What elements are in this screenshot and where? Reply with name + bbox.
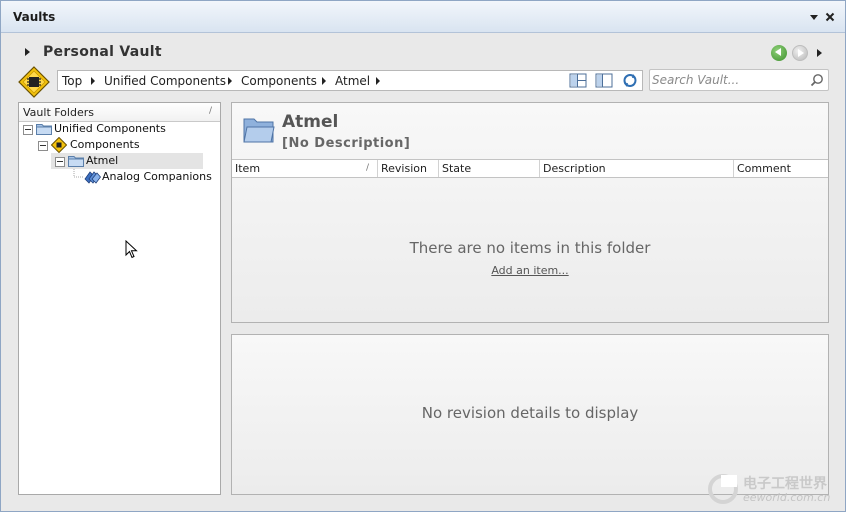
refresh-icon[interactable] <box>621 73 639 88</box>
search-input[interactable] <box>652 72 802 88</box>
column-header-description[interactable]: Description <box>540 160 734 177</box>
navigation-menu-icon[interactable] <box>817 49 822 57</box>
sort-indicator-icon: / <box>208 106 212 116</box>
no-revision-message: No revision details to display <box>421 404 639 422</box>
folder-open-icon <box>243 116 275 144</box>
watermark-icon <box>708 474 738 504</box>
vault-name: Personal Vault <box>43 44 162 60</box>
tree-collapse-icon[interactable] <box>23 125 33 135</box>
tree-collapse-icon[interactable] <box>55 157 65 167</box>
items-grid-header: Item / Revision State Description Commen… <box>232 159 828 178</box>
add-item-link[interactable]: Add an item... <box>232 264 828 277</box>
breadcrumb-separator-icon[interactable] <box>91 77 95 85</box>
vaults-window: Vaults Personal Vault Top Unified Compon… <box>0 0 846 512</box>
column-header-item[interactable]: Item / <box>232 160 378 177</box>
breadcrumb-separator-icon[interactable] <box>376 77 380 85</box>
components-group-icon <box>84 171 101 184</box>
title-bar: Vaults <box>1 1 845 33</box>
breadcrumb-item-components[interactable]: Components <box>241 74 317 88</box>
folder-description: [No Description] <box>282 136 411 151</box>
layout-horizontal-icon[interactable] <box>569 73 587 88</box>
column-header-revision[interactable]: Revision <box>378 160 439 177</box>
close-icon[interactable] <box>824 11 836 23</box>
breadcrumb-item-top[interactable]: Top <box>62 74 82 88</box>
folder-title: Atmel <box>282 112 339 132</box>
breadcrumb: Top Unified Components Components Atmel <box>57 70 643 91</box>
mouse-pointer-icon <box>125 239 139 260</box>
search-box <box>649 69 829 91</box>
sort-indicator-icon: / <box>365 163 369 173</box>
tree-item-label: Components <box>70 138 140 151</box>
tree-item-label: Atmel <box>86 154 119 167</box>
folder-icon <box>68 156 84 167</box>
tree-connector <box>73 169 84 178</box>
breadcrumb-item-unified-components[interactable]: Unified Components <box>104 74 226 88</box>
vault-expand-icon[interactable] <box>25 48 30 56</box>
watermark-url: eeworld.com.cn <box>743 491 831 504</box>
back-icon[interactable] <box>771 45 787 61</box>
vault-folders-header[interactable]: Vault Folders / <box>19 103 220 122</box>
window-title: Vaults <box>13 10 56 24</box>
vault-icon <box>18 66 50 98</box>
folder-icon <box>36 124 52 135</box>
panel-menu-icon[interactable] <box>808 11 820 23</box>
column-header-comment[interactable]: Comment <box>734 160 828 177</box>
tree-item-label: Unified Components <box>54 122 166 135</box>
component-icon <box>51 137 67 153</box>
tree-collapse-icon[interactable] <box>38 141 48 151</box>
layout-vertical-icon[interactable] <box>595 73 613 88</box>
column-header-state[interactable]: State <box>439 160 540 177</box>
tree-item-label: Analog Companions <box>102 170 212 183</box>
vault-folders-header-label: Vault Folders <box>23 106 94 119</box>
search-icon[interactable] <box>810 73 824 87</box>
watermark-logo: 电子工程世界 eeworld.com.cn <box>707 471 843 507</box>
folder-contents-panel: Atmel [No Description] Item / Revision S… <box>231 102 829 323</box>
breadcrumb-separator-icon[interactable] <box>228 77 232 85</box>
forward-icon[interactable] <box>792 45 808 61</box>
empty-folder-message: There are no items in this folder <box>409 239 651 257</box>
breadcrumb-separator-icon[interactable] <box>322 77 326 85</box>
breadcrumb-item-atmel[interactable]: Atmel <box>335 74 370 88</box>
watermark-text: 电子工程世界 <box>743 476 827 492</box>
